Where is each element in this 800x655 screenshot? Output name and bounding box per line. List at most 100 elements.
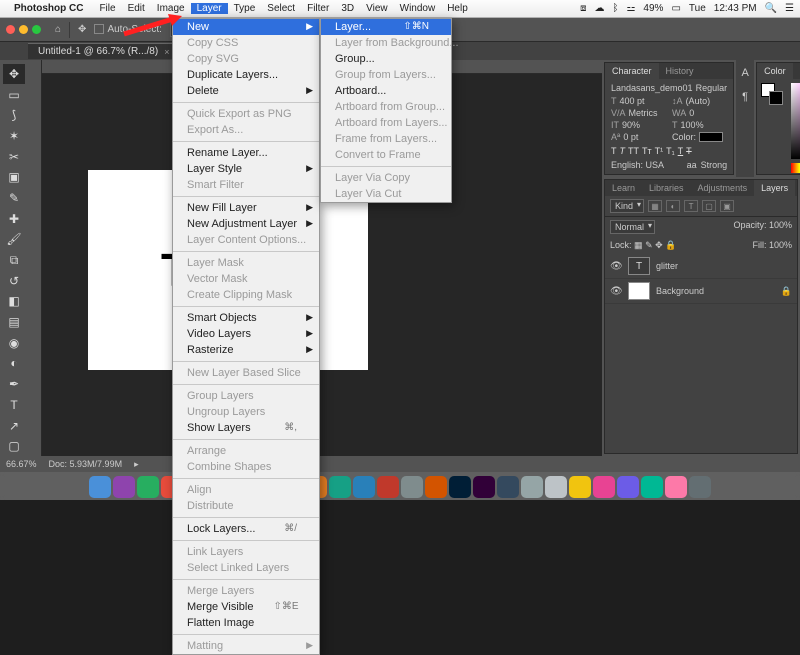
- filter-shape-icon[interactable]: ▢: [702, 200, 716, 212]
- tab-learn[interactable]: Learn: [605, 180, 642, 196]
- dock-app-0[interactable]: [89, 476, 111, 498]
- paragraph-icon[interactable]: ¶: [736, 88, 754, 106]
- eyedropper-tool[interactable]: ✎: [3, 188, 25, 208]
- pen-tool[interactable]: ✒: [3, 374, 25, 394]
- leading-value[interactable]: (Auto): [686, 96, 711, 106]
- lasso-tool[interactable]: ⟆: [3, 105, 25, 125]
- quick-select-tool[interactable]: ✶: [3, 126, 25, 146]
- tab-character[interactable]: Character: [605, 63, 659, 79]
- lock-transparent-icon[interactable]: ▦: [634, 240, 643, 250]
- menu-type[interactable]: Type: [228, 3, 262, 14]
- lock-all-icon[interactable]: 🔒: [665, 240, 676, 250]
- menu-list-icon[interactable]: ☰: [785, 3, 794, 14]
- spotlight-icon[interactable]: 🔍: [765, 3, 777, 14]
- vscale-value[interactable]: 90%: [622, 120, 640, 130]
- menu-item-video-layers[interactable]: Video Layers▶: [173, 326, 319, 342]
- stamp-tool[interactable]: ⧉: [3, 250, 25, 270]
- cloud-icon[interactable]: ☁: [594, 3, 604, 14]
- eraser-tool[interactable]: ◧: [3, 292, 25, 312]
- menu-3d[interactable]: 3D: [335, 3, 360, 14]
- tab-channels[interactable]: Channels: [795, 180, 800, 196]
- frame-tool[interactable]: ▣: [3, 167, 25, 187]
- layer-row[interactable]: 👁Background🔒: [605, 279, 797, 304]
- type-style-bold[interactable]: T: [611, 146, 617, 156]
- menu-image[interactable]: Image: [151, 3, 191, 14]
- menu-file[interactable]: File: [93, 3, 121, 14]
- menu-item-new-adjustment-layer[interactable]: New Adjustment Layer▶: [173, 216, 319, 232]
- dock-app-2[interactable]: [137, 476, 159, 498]
- brush-tool[interactable]: 🖌: [3, 230, 25, 250]
- menu-help[interactable]: Help: [441, 3, 474, 14]
- home-icon[interactable]: ⌂: [55, 24, 61, 35]
- menu-edit[interactable]: Edit: [122, 3, 151, 14]
- gradient-tool[interactable]: ▤: [3, 312, 25, 332]
- dodge-tool[interactable]: ◐: [3, 354, 25, 374]
- dock-app-13[interactable]: [401, 476, 423, 498]
- font-family-select[interactable]: Landasans_demo01: [611, 83, 693, 93]
- kerning-value[interactable]: Metrics: [629, 108, 658, 118]
- type-style-strike[interactable]: T: [686, 146, 692, 156]
- dock-app-15[interactable]: [449, 476, 471, 498]
- menu-view[interactable]: View: [360, 3, 394, 14]
- dock-app-12[interactable]: [377, 476, 399, 498]
- dock-app-14[interactable]: [425, 476, 447, 498]
- marquee-tool[interactable]: ▭: [3, 85, 25, 105]
- menu-filter[interactable]: Filter: [301, 3, 335, 14]
- menu-item-delete[interactable]: Delete▶: [173, 83, 319, 99]
- opacity-value[interactable]: 100%: [769, 220, 792, 230]
- menu-item-lock-layers-[interactable]: Lock Layers...⌘/: [173, 521, 319, 537]
- path-tool[interactable]: ↗: [3, 416, 25, 436]
- filter-adjust-icon[interactable]: ◐: [666, 200, 680, 212]
- dock-app-18[interactable]: [521, 476, 543, 498]
- filter-pixel-icon[interactable]: ▦: [648, 200, 662, 212]
- visibility-icon[interactable]: 👁: [610, 286, 622, 297]
- character-icon[interactable]: A: [736, 64, 754, 82]
- menu-item-group-[interactable]: Group...: [321, 51, 451, 67]
- tab-layers[interactable]: Layers: [754, 180, 795, 196]
- menu-item-rename-layer-[interactable]: Rename Layer...: [173, 145, 319, 161]
- font-size-value[interactable]: 400 pt: [620, 96, 645, 106]
- wifi-icon[interactable]: ⚍: [626, 3, 635, 14]
- menu-window[interactable]: Window: [394, 3, 442, 14]
- dock-app-10[interactable]: [329, 476, 351, 498]
- menu-item-new[interactable]: New▶: [173, 19, 319, 35]
- lock-paint-icon[interactable]: ✎: [645, 240, 653, 250]
- close-tab-icon[interactable]: ×: [164, 47, 169, 57]
- menu-item-duplicate-layers-[interactable]: Duplicate Layers...: [173, 67, 319, 83]
- font-style-select[interactable]: Regular: [696, 83, 728, 93]
- lock-move-icon[interactable]: ✥: [655, 240, 663, 250]
- menu-item-rasterize[interactable]: Rasterize▶: [173, 342, 319, 358]
- filter-type-icon[interactable]: T: [684, 200, 698, 212]
- tracking-value[interactable]: 0: [689, 108, 694, 118]
- tab-libraries[interactable]: Libraries: [642, 180, 691, 196]
- antialias-select[interactable]: Strong: [701, 160, 728, 170]
- menu-item-layer-[interactable]: Layer...⇧⌘N: [321, 19, 451, 35]
- type-tool[interactable]: T: [3, 395, 25, 415]
- tab-history[interactable]: History: [659, 63, 701, 79]
- tab-color[interactable]: Color: [757, 63, 793, 79]
- status-arrow-icon[interactable]: ▸: [134, 459, 139, 470]
- dock-app-16[interactable]: [473, 476, 495, 498]
- menu-select[interactable]: Select: [261, 3, 301, 14]
- language-select[interactable]: English: USA: [611, 160, 683, 170]
- dock-app-22[interactable]: [617, 476, 639, 498]
- auto-select-checkbox[interactable]: [94, 24, 104, 34]
- dock-app-1[interactable]: [113, 476, 135, 498]
- menu-layer[interactable]: Layer: [191, 3, 228, 14]
- menu-item-show-layers[interactable]: Show Layers⌘,: [173, 420, 319, 436]
- history-brush-tool[interactable]: ↺: [3, 271, 25, 291]
- hue-slider[interactable]: [791, 163, 800, 173]
- menu-item-merge-visible[interactable]: Merge Visible⇧⌘E: [173, 599, 319, 615]
- window-controls[interactable]: [6, 25, 41, 34]
- blend-mode-select[interactable]: Normal: [610, 220, 655, 234]
- fill-value[interactable]: 100%: [769, 240, 792, 250]
- dock-app-24[interactable]: [665, 476, 687, 498]
- crop-tool[interactable]: ✂: [3, 147, 25, 167]
- menu-item-flatten-image[interactable]: Flatten Image: [173, 615, 319, 631]
- document-tab[interactable]: Untitled-1 @ 66.7% (R.../8) ×: [28, 43, 179, 59]
- heal-tool[interactable]: ✚: [3, 209, 25, 229]
- layer-row[interactable]: 👁Tglitter: [605, 254, 797, 279]
- filter-smart-icon[interactable]: ▣: [720, 200, 734, 212]
- bluetooth-icon[interactable]: ᛒ: [612, 3, 618, 14]
- type-style-sub[interactable]: T₁: [666, 146, 675, 156]
